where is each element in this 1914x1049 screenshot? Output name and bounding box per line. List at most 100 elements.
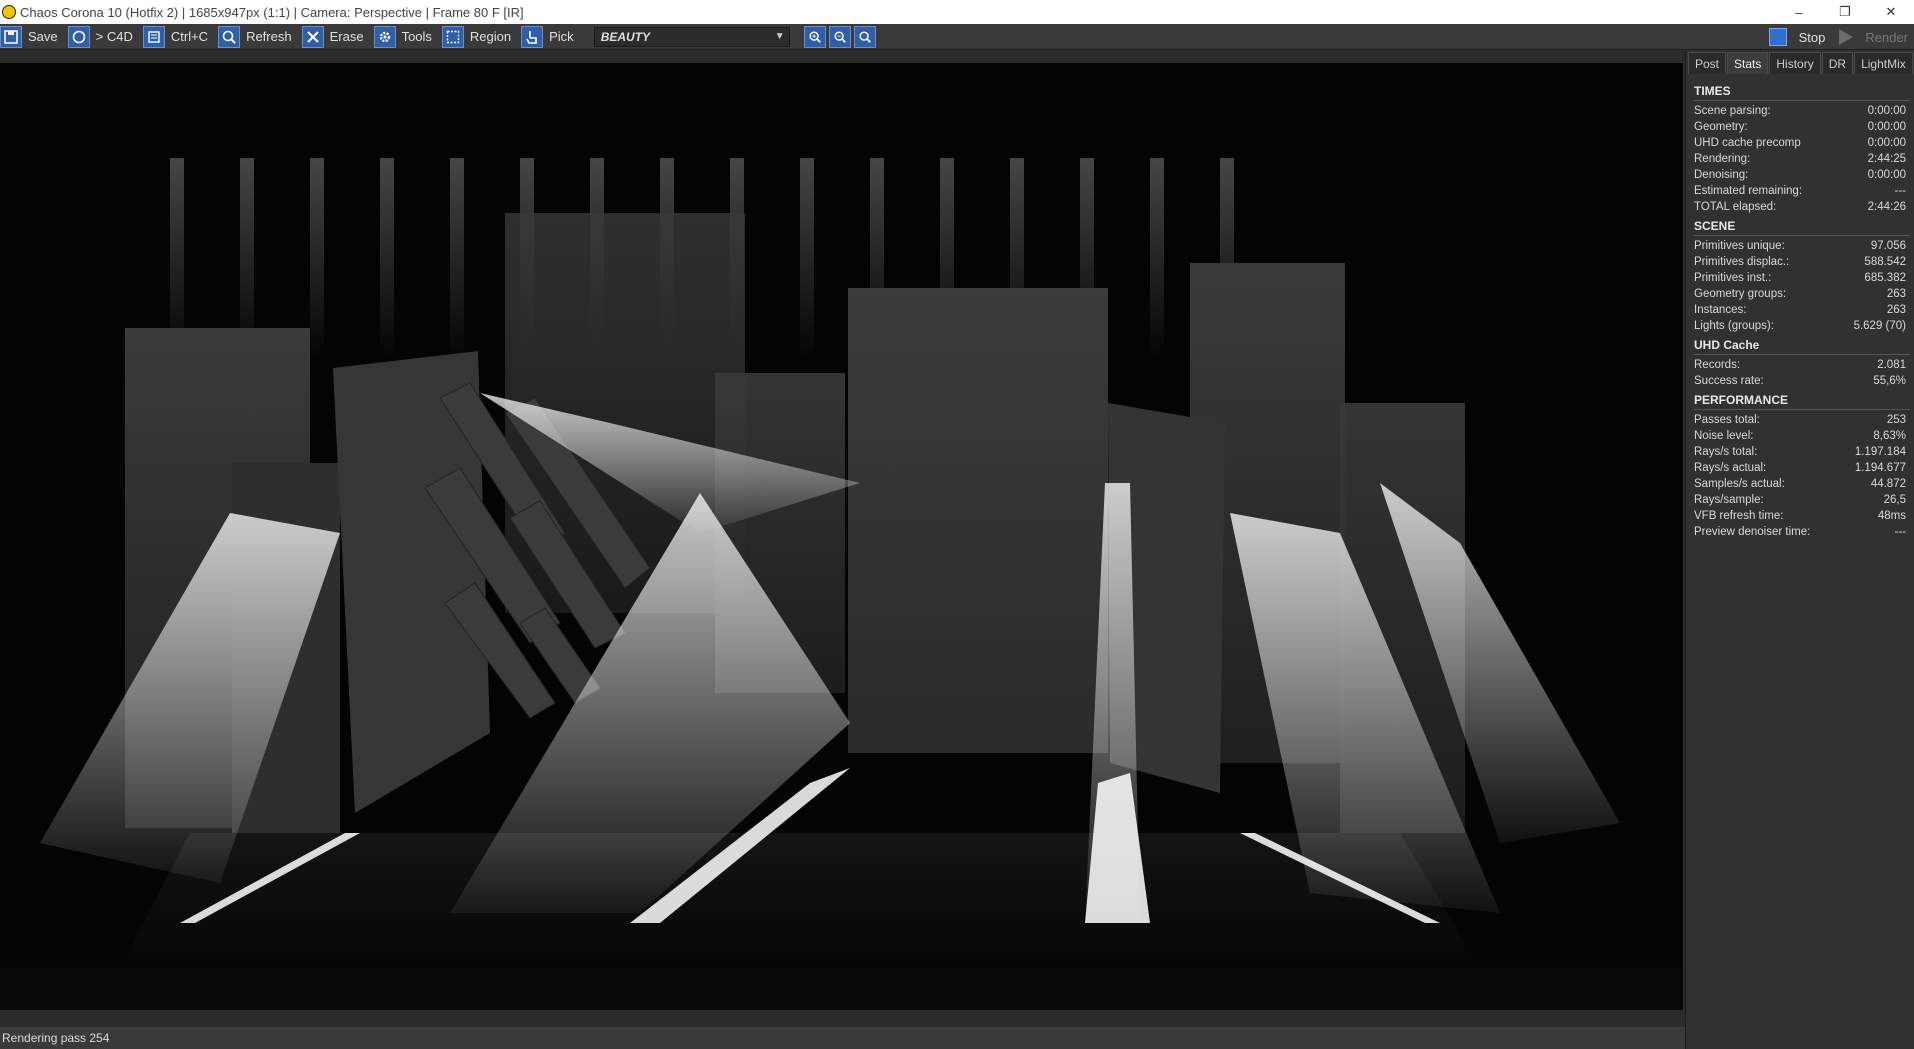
- render-pass-dropdown[interactable]: BEAUTY ▼: [593, 26, 790, 47]
- render-viewport[interactable]: [0, 63, 1683, 1010]
- stat-row: Noise level: 8,63%: [1694, 428, 1910, 444]
- copy-button[interactable]: Ctrl+C: [142, 25, 214, 49]
- stat-value: 0:00:00: [1867, 105, 1906, 117]
- stat-row: Passes total: 253: [1694, 412, 1910, 428]
- region-button[interactable]: Region: [441, 25, 517, 49]
- tab-stats[interactable]: Stats: [1727, 52, 1769, 74]
- performance-heading: PERFORMANCE: [1694, 389, 1910, 410]
- copy-label: Ctrl+C: [170, 29, 209, 44]
- send-to-c4d-button[interactable]: > C4D: [67, 25, 139, 49]
- tab-lightmix[interactable]: LightMix: [1854, 52, 1913, 74]
- stat-label: VFB refresh time:: [1694, 510, 1784, 522]
- erase-icon: [301, 25, 324, 48]
- save-icon: [0, 25, 22, 48]
- copy-icon: [142, 25, 165, 48]
- stop-icon: [1768, 28, 1787, 46]
- stat-value: 0:00:00: [1867, 169, 1906, 181]
- stat-label: Lights (groups):: [1694, 320, 1774, 332]
- region-label: Region: [469, 29, 512, 44]
- tools-label: Tools: [401, 29, 432, 44]
- stat-label: Instances:: [1694, 304, 1747, 316]
- stat-value: 253: [1886, 414, 1906, 426]
- stat-label: TOTAL elapsed:: [1694, 201, 1777, 213]
- stat-value: 97.056: [1870, 240, 1906, 252]
- stop-label: Stop: [1798, 29, 1826, 45]
- stat-value: 2:44:26: [1867, 201, 1906, 213]
- refresh-button[interactable]: Refresh: [218, 25, 298, 49]
- stat-row: Instances: 263: [1694, 302, 1910, 318]
- stat-label: Rays/sample:: [1694, 494, 1764, 506]
- tab-history[interactable]: History: [1769, 52, 1821, 74]
- stat-label: Rays/s actual:: [1694, 462, 1767, 474]
- times-heading: TIMES: [1694, 80, 1910, 101]
- stat-value: 26,5: [1883, 494, 1906, 506]
- zoom-fit-icon[interactable]: [853, 25, 876, 48]
- stat-row: Primitives unique: 97.056: [1694, 238, 1910, 254]
- uhd-cache-heading: UHD Cache: [1694, 334, 1910, 355]
- stat-row: Rays/s actual: 1.194.677: [1694, 460, 1910, 476]
- panel-tabs: Post Stats History DR LightMix: [1686, 52, 1914, 74]
- stat-row: Success rate: 55,6%: [1694, 373, 1910, 389]
- stat-value: 685.382: [1864, 272, 1906, 284]
- stat-label: Samples/s actual:: [1694, 478, 1785, 490]
- status-text: Rendering pass 254: [2, 1031, 110, 1045]
- tools-button[interactable]: Tools: [373, 25, 438, 49]
- title-bar: Chaos Corona 10 (Hotfix 2) | 1685x947px …: [0, 0, 1914, 24]
- stat-label: Rendering:: [1694, 153, 1751, 165]
- stats-content: TIMES Scene parsing: 0:00:00 Geometry: 0:0…: [1686, 74, 1914, 540]
- stat-value: 2.081: [1877, 359, 1906, 371]
- hand-pointer-icon: [521, 25, 544, 48]
- stop-button[interactable]: Stop: [1768, 28, 1826, 46]
- zoom-out-icon[interactable]: [828, 25, 851, 48]
- stat-label: Noise level:: [1694, 430, 1754, 442]
- stat-value: 588.542: [1864, 256, 1906, 268]
- stat-row: Preview denoiser time: ---: [1694, 524, 1910, 540]
- stat-row: Denoising: 0:00:00: [1694, 167, 1910, 183]
- stat-row: Primitives inst.: 685.382: [1694, 270, 1910, 286]
- close-button[interactable]: ✕: [1868, 0, 1914, 24]
- erase-button[interactable]: Erase: [301, 25, 370, 49]
- region-icon: [441, 25, 464, 48]
- tab-dr[interactable]: DR: [1821, 52, 1854, 74]
- stat-row: Geometry: 0:00:00: [1694, 119, 1910, 135]
- status-bar: Rendering pass 254: [0, 1027, 1685, 1049]
- gear-icon: [373, 25, 396, 48]
- save-button[interactable]: Save: [0, 25, 64, 49]
- save-label: Save: [28, 29, 58, 44]
- stat-row: Rays/s total: 1.197.184: [1694, 444, 1910, 460]
- stat-row: Scene parsing: 0:00:00: [1694, 103, 1910, 119]
- stat-label: Rays/s total:: [1694, 446, 1758, 458]
- zoom-in-icon[interactable]: [803, 25, 826, 48]
- minimize-button[interactable]: –: [1776, 0, 1822, 24]
- refresh-label: Refresh: [246, 29, 292, 44]
- stat-row: Geometry groups: 263: [1694, 286, 1910, 302]
- stat-value: 8,63%: [1873, 430, 1906, 442]
- stat-value: 44.872: [1870, 478, 1906, 490]
- stat-label: Estimated remaining:: [1694, 185, 1803, 197]
- render-button[interactable]: Render: [1839, 29, 1908, 45]
- stat-value: ---: [1894, 185, 1907, 197]
- stat-value: 0:00:00: [1867, 121, 1906, 133]
- stat-row: UHD cache precomp 0:00:00: [1694, 135, 1910, 151]
- stat-value: 263: [1886, 304, 1906, 316]
- stat-row: Samples/s actual: 44.872: [1694, 476, 1910, 492]
- stat-row: Rendering: 2:44:25: [1694, 151, 1910, 167]
- c4d-icon: [67, 25, 90, 48]
- render-image: [0, 63, 1683, 1010]
- pick-label: Pick: [549, 29, 574, 44]
- stat-row: Records: 2.081: [1694, 357, 1910, 373]
- scene-heading: SCENE: [1694, 215, 1910, 236]
- render-pass-value: BEAUTY: [600, 29, 651, 44]
- stats-panel: Post Stats History DR LightMix TIMES Sce…: [1685, 50, 1914, 1049]
- tab-post[interactable]: Post: [1688, 52, 1727, 74]
- stat-label: Primitives displac.:: [1694, 256, 1790, 268]
- stat-value: 0:00:00: [1867, 137, 1906, 149]
- stat-row: Primitives displac.: 588.542: [1694, 254, 1910, 270]
- stat-label: Success rate:: [1694, 375, 1764, 387]
- restore-button[interactable]: ❐: [1822, 0, 1868, 24]
- stat-label: Preview denoiser time:: [1694, 526, 1811, 538]
- pick-button[interactable]: Pick: [521, 25, 580, 49]
- erase-label: Erase: [329, 29, 364, 44]
- stat-value: 5.629 (70): [1853, 320, 1906, 332]
- stat-row: TOTAL elapsed: 2:44:26: [1694, 199, 1910, 215]
